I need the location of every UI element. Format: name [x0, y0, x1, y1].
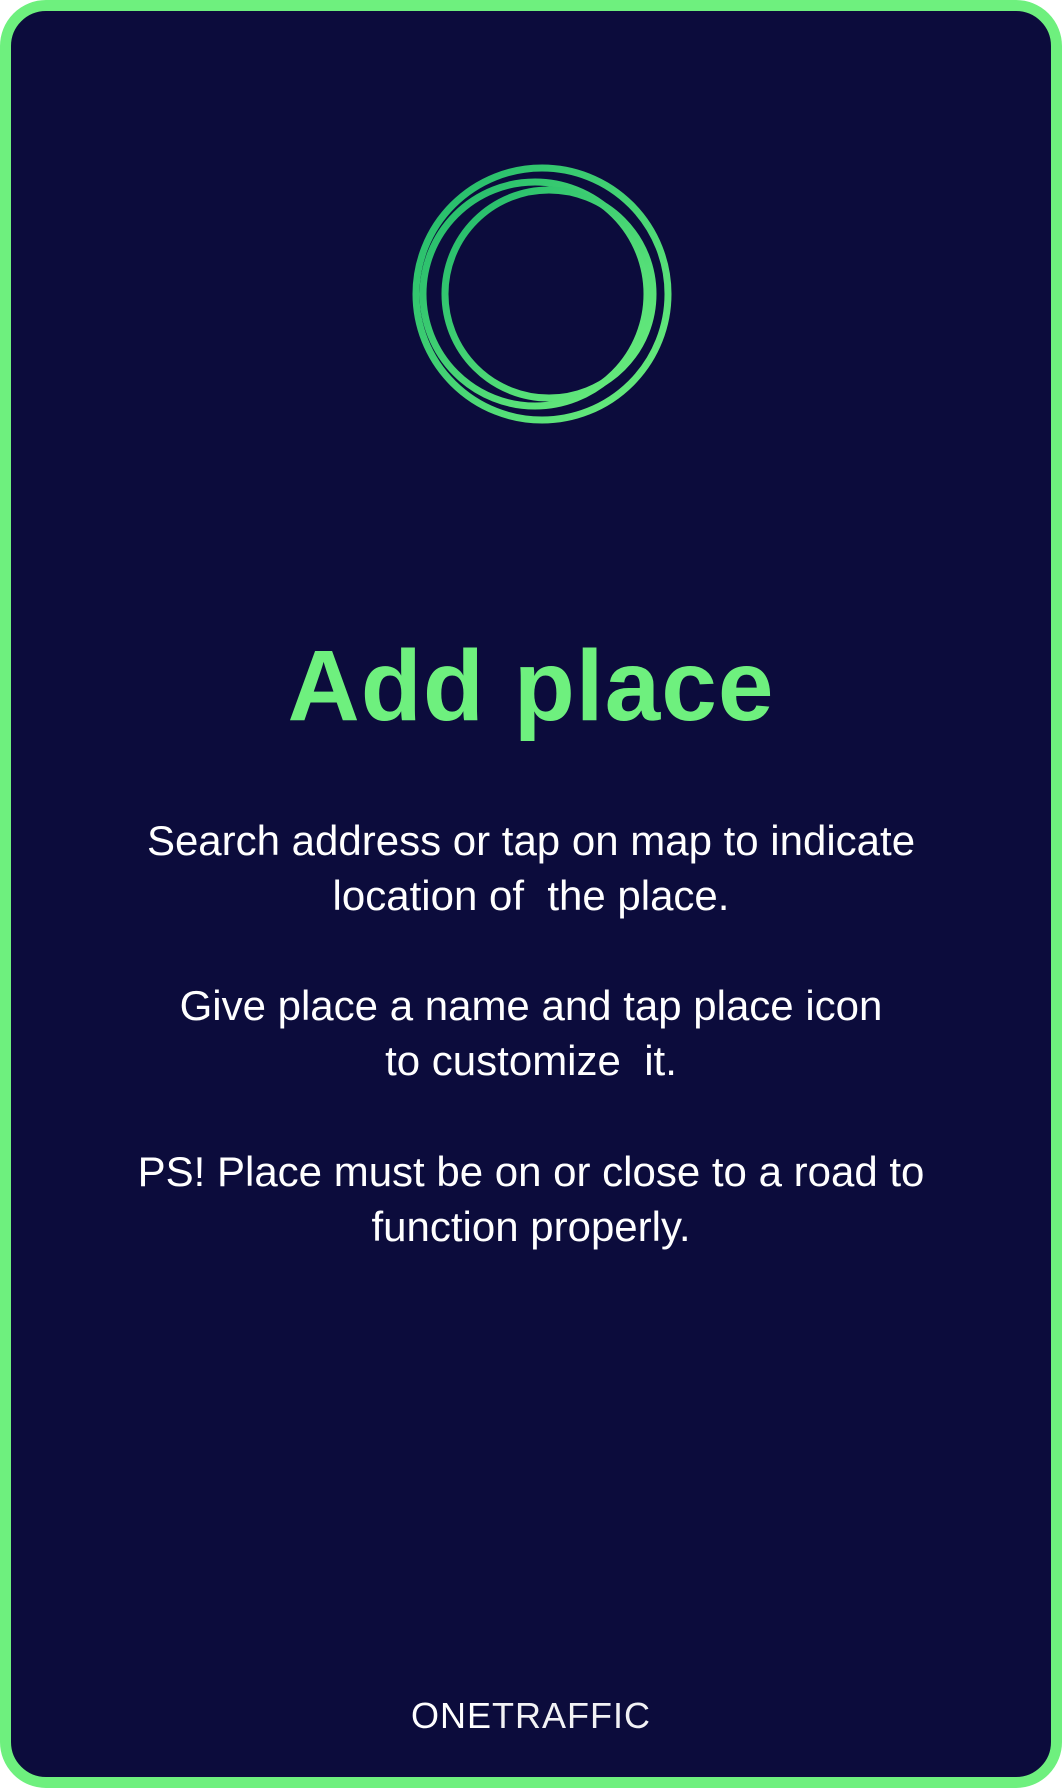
page-title: Add place [287, 630, 775, 742]
onboarding-card: Add place Search address or tap on map t… [0, 0, 1062, 1788]
instruction-line: Give place a name and tap place icon [179, 982, 883, 1029]
instruction-line: function properly. [371, 1203, 691, 1250]
instruction-line: PS! Place must be on or close to a road … [137, 1148, 925, 1195]
brand-logo: ONETRAFFIC [11, 1694, 1051, 1738]
instruction-road-note: PS! Place must be on or close to a road … [81, 1144, 981, 1254]
instruction-search: Search address or tap on map to indicate… [81, 813, 981, 923]
brand-logo-part: TRAFFIC [492, 1695, 651, 1736]
instruction-line: location of the place. [332, 872, 730, 919]
concentric-rings-icon [412, 164, 672, 424]
instruction-line: Search address or tap on map to indicate [146, 817, 916, 864]
brand-logo-part: ONE [411, 1695, 493, 1736]
instruction-name: Give place a name and tap place icon to … [81, 978, 981, 1088]
instruction-line: to customize it. [385, 1037, 677, 1084]
